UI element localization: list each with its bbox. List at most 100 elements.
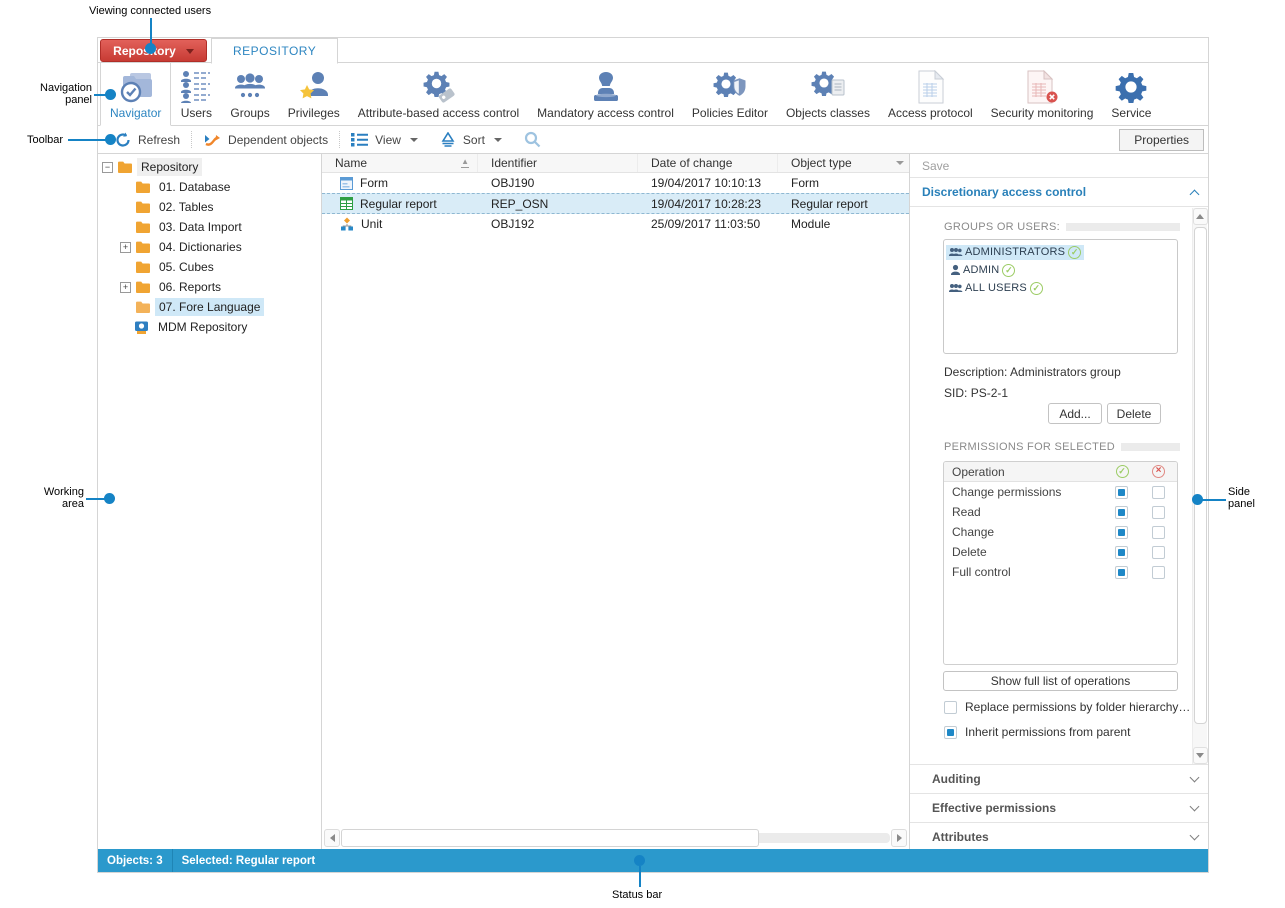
tab-repository[interactable]: REPOSITORY: [211, 38, 338, 64]
annotation-working-area: Working area: [38, 486, 84, 510]
inherit-permissions-checkbox-row[interactable]: Inherit permissions from parent: [944, 725, 1130, 739]
chevron-down-icon: [1190, 802, 1200, 812]
tree-item-cubes[interactable]: 05. Cubes: [98, 257, 321, 277]
ribbon-item-objects-classes[interactable]: Objects classes: [777, 63, 879, 125]
allow-checkbox[interactable]: [1115, 486, 1128, 499]
ribbon-item-access-protocol[interactable]: Access protocol: [879, 63, 982, 125]
service-gear-icon: [1115, 68, 1147, 106]
replace-permissions-checkbox[interactable]: [944, 701, 957, 714]
scrollbar-thumb[interactable]: [1194, 227, 1207, 724]
object-list: Name ▲ Identifier Date of change Object …: [322, 154, 910, 851]
properties-button[interactable]: Properties: [1119, 129, 1204, 151]
collapse-minus-icon[interactable]: −: [102, 162, 113, 173]
object-row-regular-report[interactable]: Regular report REP_OSN 19/04/2017 10:28:…: [322, 193, 909, 214]
mdm-repository-icon: [134, 320, 150, 335]
annotation-line: [639, 866, 641, 887]
column-header-object-type[interactable]: Object type: [778, 154, 909, 172]
tree-label: 07. Fore Language: [155, 298, 264, 316]
vertical-scrollbar[interactable]: [1192, 208, 1207, 764]
deny-checkbox[interactable]: [1152, 566, 1165, 579]
refresh-button[interactable]: Refresh: [104, 132, 191, 148]
list-item-admin[interactable]: ADMIN ✓: [946, 261, 1175, 279]
search-button[interactable]: [513, 131, 552, 148]
group-icon: [948, 282, 963, 294]
column-menu-icon[interactable]: [896, 161, 904, 165]
tree-item-tables[interactable]: 02. Tables: [98, 197, 321, 217]
screenshot-canvas: Repository REPOSITORY Navigator: [0, 0, 1285, 908]
dependent-objects-button[interactable]: Dependent objects: [192, 132, 339, 148]
permission-row-change-permissions: Change permissions: [944, 482, 1177, 502]
ribbon-item-attribute-based-access-control[interactable]: Attribute-based access control: [349, 63, 528, 125]
list-item-administrators[interactable]: ADMINISTRATORS ✓: [946, 243, 1175, 261]
chevron-up-icon: [1190, 189, 1200, 199]
scroll-up-icon[interactable]: [1193, 208, 1208, 225]
annotation-line: [150, 18, 152, 46]
permission-row-delete: Delete: [944, 542, 1177, 562]
deny-checkbox[interactable]: [1152, 506, 1165, 519]
horizontal-scrollbar[interactable]: [324, 829, 907, 847]
ribbon-item-mandatory-access-control[interactable]: Mandatory access control: [528, 63, 683, 125]
replace-permissions-checkbox-row[interactable]: Replace permissions by folder hierarchy…: [944, 700, 1190, 714]
section-attributes[interactable]: Attributes: [910, 822, 1208, 851]
access-protocol-document-icon: [915, 68, 945, 106]
tree-item-data-import[interactable]: 03. Data Import: [98, 217, 321, 237]
column-header-identifier[interactable]: Identifier: [478, 154, 638, 172]
section-discretionary-access-control[interactable]: Discretionary access control: [910, 178, 1208, 207]
column-header-date-of-change[interactable]: Date of change: [638, 154, 778, 172]
object-date: 19/04/2017 10:28:23: [638, 197, 778, 211]
save-button-disabled[interactable]: Save: [910, 154, 1208, 178]
inherit-permissions-checkbox[interactable]: [944, 726, 957, 739]
scroll-left-icon[interactable]: [324, 829, 340, 847]
section-auditing[interactable]: Auditing: [910, 764, 1208, 793]
ribbon-item-users[interactable]: Users: [171, 63, 221, 125]
permission-row-change: Change: [944, 522, 1177, 542]
expand-plus-icon[interactable]: +: [120, 242, 131, 253]
object-row-form[interactable]: Form OBJ190 19/04/2017 10:10:13 Form: [322, 173, 909, 193]
scrollbar-thumb[interactable]: [341, 829, 759, 847]
ribbon-label: Groups: [230, 106, 269, 120]
folder-icon: [135, 240, 151, 254]
ribbon-item-policies-editor[interactable]: Policies Editor: [683, 63, 777, 125]
add-button[interactable]: Add...: [1048, 403, 1102, 424]
view-dropdown[interactable]: View: [340, 132, 429, 147]
sort-label: Sort: [463, 133, 485, 147]
tree-item-dictionaries[interactable]: + 04. Dictionaries: [98, 237, 321, 257]
allow-checkbox[interactable]: [1115, 506, 1128, 519]
scrollbar-track[interactable]: [341, 833, 890, 843]
tree-item-reports[interactable]: + 06. Reports: [98, 277, 321, 297]
object-row-unit[interactable]: Unit OBJ192 25/09/2017 11:03:50 Module: [322, 214, 909, 234]
status-selected-object: Selected: Regular report: [173, 855, 325, 867]
show-full-list-button[interactable]: Show full list of operations: [943, 671, 1178, 691]
object-date: 19/04/2017 10:10:13: [638, 176, 778, 190]
column-header-name[interactable]: Name ▲: [322, 154, 478, 172]
description-label: Description:: [944, 365, 1007, 379]
scroll-right-icon[interactable]: [891, 829, 907, 847]
ribbon-item-groups[interactable]: Groups: [221, 63, 278, 125]
allow-checkbox[interactable]: [1115, 526, 1128, 539]
ribbon-label: Privileges: [288, 106, 340, 120]
allow-checkbox[interactable]: [1115, 546, 1128, 559]
ribbon: Navigator Users: [98, 63, 1208, 126]
delete-button[interactable]: Delete: [1107, 403, 1161, 424]
groups-users-list[interactable]: ADMINISTRATORS ✓ ADMIN ✓: [943, 239, 1178, 354]
tree-item-mdm-repository[interactable]: MDM Repository: [98, 317, 321, 337]
allow-checkbox[interactable]: [1115, 566, 1128, 579]
expand-plus-icon[interactable]: +: [120, 282, 131, 293]
list-item-all-users[interactable]: ALL USERS ✓: [946, 279, 1175, 297]
section-effective-permissions[interactable]: Effective permissions: [910, 793, 1208, 822]
scroll-down-icon[interactable]: [1193, 747, 1208, 764]
ribbon-item-service[interactable]: Service: [1102, 63, 1160, 125]
folder-icon: [135, 180, 151, 194]
annotation-dot: [105, 134, 116, 145]
sort-dropdown[interactable]: Sort: [429, 132, 513, 147]
tree-label: 05. Cubes: [155, 258, 218, 276]
tree-item-database[interactable]: 01. Database: [98, 177, 321, 197]
tree-item-repository[interactable]: − Repository: [98, 157, 321, 177]
deny-checkbox[interactable]: [1152, 546, 1165, 559]
ribbon-item-privileges[interactable]: Privileges: [279, 63, 349, 125]
deny-checkbox[interactable]: [1152, 526, 1165, 539]
sort-ascending-icon[interactable]: ▲: [461, 158, 469, 168]
deny-checkbox[interactable]: [1152, 486, 1165, 499]
ribbon-item-security-monitoring[interactable]: Security monitoring: [982, 63, 1103, 125]
tree-item-fore-language[interactable]: 07. Fore Language: [98, 297, 321, 317]
